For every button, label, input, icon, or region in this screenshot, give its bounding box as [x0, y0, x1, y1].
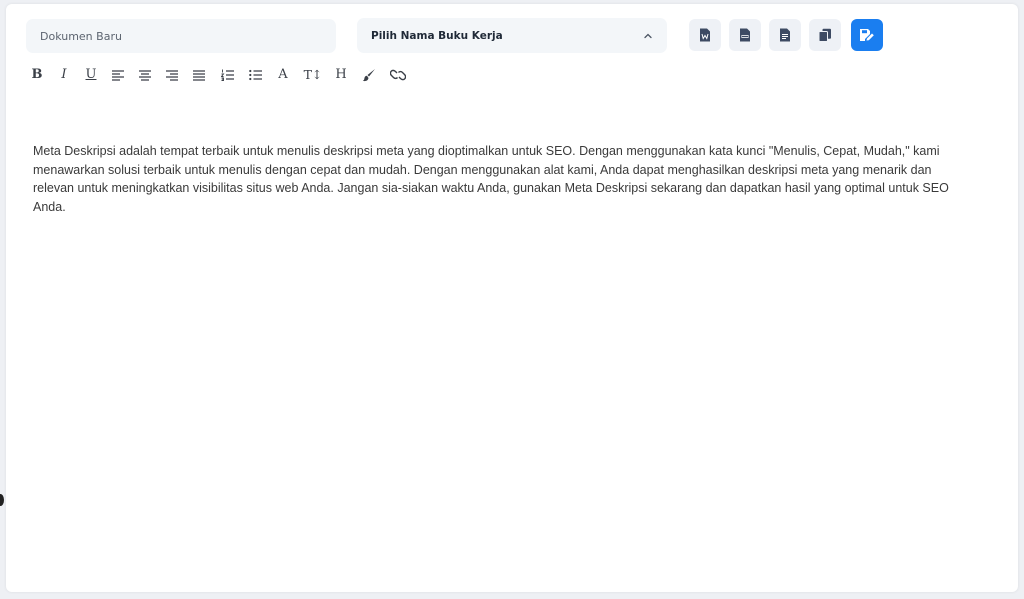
- underline-button[interactable]: U: [82, 66, 100, 84]
- document-name-input[interactable]: [26, 19, 336, 53]
- align-center-button[interactable]: [136, 66, 154, 84]
- heading-icon: H: [335, 67, 347, 82]
- ordered-list-button[interactable]: [218, 66, 236, 84]
- text-file-icon: [780, 28, 790, 42]
- align-left-button[interactable]: [109, 66, 127, 84]
- pdf-file-icon: [740, 28, 750, 42]
- font-color-icon: A: [278, 67, 288, 82]
- workbook-select[interactable]: Pilih Nama Buku Kerja: [357, 18, 667, 53]
- align-center-icon: [139, 69, 151, 81]
- scroll-indicator: [0, 494, 4, 506]
- align-justify-icon: [193, 69, 205, 81]
- text-size-icon: T↕: [303, 67, 323, 82]
- align-right-icon: [166, 69, 178, 81]
- copy-icon: [818, 28, 831, 42]
- ordered-list-icon: [220, 69, 234, 81]
- bold-button[interactable]: B: [28, 66, 46, 84]
- heading-button[interactable]: H: [332, 66, 350, 84]
- save-edit-icon: [860, 29, 874, 41]
- word-file-icon: [700, 28, 710, 42]
- underline-icon: U: [85, 67, 97, 82]
- editor-content[interactable]: Meta Deskripsi adalah tempat terbaik unt…: [33, 142, 973, 216]
- bullet-list-button[interactable]: [246, 66, 264, 84]
- align-left-icon: [112, 69, 124, 81]
- link-button[interactable]: [388, 66, 408, 84]
- bullet-list-icon: [248, 69, 262, 81]
- font-color-button[interactable]: A: [274, 66, 292, 84]
- italic-icon: I: [61, 67, 67, 82]
- align-right-button[interactable]: [163, 66, 181, 84]
- brush-icon: [362, 69, 375, 82]
- bold-icon: B: [31, 67, 43, 82]
- editor-card: Pilih Nama Buku Kerja: [6, 4, 1018, 592]
- chevron-up-icon: [644, 33, 652, 38]
- save-button[interactable]: [851, 19, 883, 51]
- export-word-button[interactable]: [689, 19, 721, 51]
- align-justify-button[interactable]: [190, 66, 208, 84]
- copy-button[interactable]: [809, 19, 841, 51]
- link-icon: [390, 69, 406, 81]
- workbook-select-label: Pilih Nama Buku Kerja: [371, 29, 503, 42]
- export-pdf-button[interactable]: [729, 19, 761, 51]
- brush-button[interactable]: [360, 66, 378, 84]
- text-size-button[interactable]: T↕: [302, 66, 324, 84]
- italic-button[interactable]: I: [55, 66, 73, 84]
- export-text-button[interactable]: [769, 19, 801, 51]
